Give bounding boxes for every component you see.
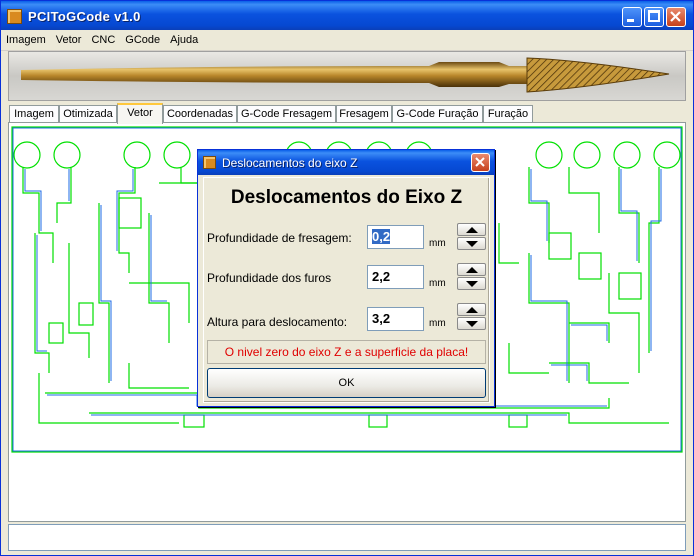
tab-furacao[interactable]: Furação (483, 105, 533, 123)
maximize-icon (648, 10, 660, 22)
tab-vetor[interactable]: Vetor (117, 103, 163, 124)
travel-height-input[interactable]: 3,2 (367, 307, 424, 331)
menu-ajuda[interactable]: Ajuda (165, 31, 203, 46)
milling-depth-value: 0,2 (372, 229, 391, 244)
minimize-button[interactable] (622, 7, 642, 27)
z-offset-dialog: Deslocamentos do eixo Z Deslocamentos do… (197, 149, 495, 407)
close-icon (475, 157, 485, 167)
hole-depth-label: Profundidade dos furos (207, 271, 332, 285)
z-zero-notice: O nivel zero do eixo Z e a superficie da… (207, 340, 486, 364)
dialog-app-icon (203, 156, 216, 169)
dialog-title-bar[interactable]: Deslocamentos do eixo Z (198, 150, 494, 175)
tab-gcode-fresagem[interactable]: G-Code Fresagem (237, 105, 336, 123)
tab-gcode-furacao[interactable]: G-Code Furação (392, 105, 483, 123)
dialog-title: Deslocamentos do eixo Z (222, 156, 358, 170)
menu-imagem[interactable]: Imagem (1, 31, 51, 46)
menu-cnc[interactable]: CNC (86, 31, 120, 46)
menu-gcode[interactable]: GCode (120, 31, 165, 46)
milling-depth-input[interactable]: 0,2 (367, 225, 424, 249)
minimize-icon (627, 19, 634, 22)
tab-imagem[interactable]: Imagem (9, 105, 59, 123)
hole-depth-spinner[interactable] (457, 263, 486, 291)
hole-depth-up-button[interactable] (457, 263, 486, 276)
menu-vetor[interactable]: Vetor (51, 31, 87, 46)
status-bar (8, 524, 686, 551)
maximize-button[interactable] (644, 7, 664, 27)
tab-coordenadas[interactable]: Coordenadas (163, 105, 237, 123)
hole-depth-unit: mm (429, 278, 446, 289)
travel-height-up-button[interactable] (457, 303, 486, 316)
milling-depth-unit: mm (429, 238, 446, 249)
travel-height-unit: mm (429, 318, 446, 329)
dialog-close-button[interactable] (471, 153, 490, 172)
milling-depth-up-button[interactable] (457, 223, 486, 236)
hole-depth-input[interactable]: 2,2 (367, 265, 424, 289)
hole-depth-down-button[interactable] (457, 277, 486, 290)
travel-height-label: Altura para deslocamento: (207, 315, 348, 329)
travel-height-down-button[interactable] (457, 317, 486, 330)
milling-depth-spinner[interactable] (457, 223, 486, 251)
arrow-up-icon (466, 227, 478, 233)
dialog-heading: Deslocamentos do Eixo Z (230, 187, 463, 208)
dialog-body: Deslocamentos do Eixo Z Profundidade de … (203, 177, 490, 403)
arrow-up-icon (466, 267, 478, 273)
app-icon (7, 9, 22, 24)
window-title: PCIToGCode v1.0 (28, 9, 141, 24)
arrow-down-icon (466, 321, 478, 327)
drill-bit-image (21, 57, 670, 93)
close-icon (670, 11, 681, 22)
drill-bit-banner (8, 51, 686, 101)
milling-depth-down-button[interactable] (457, 237, 486, 250)
travel-height-spinner[interactable] (457, 303, 486, 331)
tab-otimizada[interactable]: Otimizada (59, 105, 117, 123)
tab-fresagem[interactable]: Fresagem (336, 105, 392, 123)
menu-bar: Imagem Vetor CNC GCode Ajuda (1, 31, 693, 51)
title-bar[interactable]: PCIToGCode v1.0 (1, 1, 693, 30)
arrow-up-icon (466, 307, 478, 313)
arrow-down-icon (466, 241, 478, 247)
ok-button[interactable]: OK (207, 368, 486, 398)
milling-depth-label: Profundidade de fresagem: (207, 231, 352, 245)
arrow-down-icon (466, 281, 478, 287)
close-button[interactable] (666, 7, 686, 27)
